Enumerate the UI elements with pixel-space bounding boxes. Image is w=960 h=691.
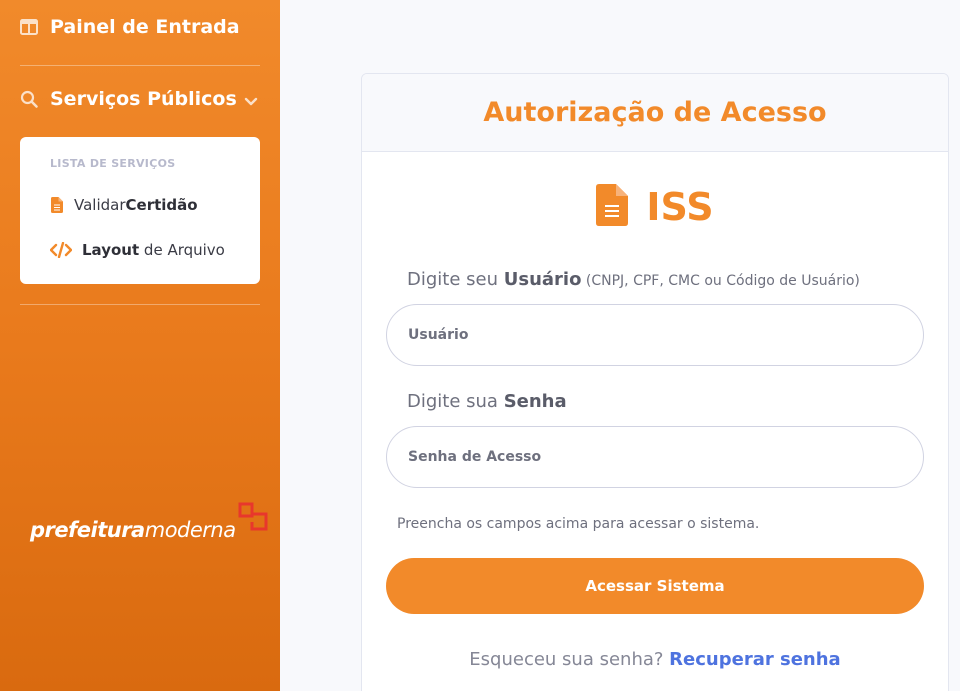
username-input[interactable]: [386, 304, 924, 366]
logo-mark-icon: [238, 502, 268, 536]
prefeitura-moderna-logo: prefeituramoderna: [30, 502, 268, 542]
sidebar-divider: [20, 304, 260, 305]
submit-button[interactable]: Acessar Sistema: [386, 558, 924, 614]
password-input[interactable]: [386, 426, 924, 488]
nav-painel-label: Painel de Entrada: [50, 16, 240, 38]
nav-painel-de-entrada[interactable]: Painel de Entrada: [20, 16, 240, 38]
table-columns-icon: [20, 18, 38, 36]
document-icon: [596, 184, 629, 230]
submenu-header: LISTA DE SERVIÇOS: [50, 157, 176, 170]
recover-password-link[interactable]: Recuperar senha: [669, 649, 841, 670]
user-field-label: Digite seu Usuário (CNPJ, CPF, CMC ou Có…: [407, 269, 860, 290]
code-icon: [50, 242, 72, 258]
system-label: ISS: [646, 185, 714, 229]
page-title: Autorização de Acesso: [483, 97, 827, 128]
form-hint: Preencha os campos acima para acessar o …: [397, 516, 760, 532]
submenu-item-validar-certidao[interactable]: Validar Certidão: [50, 196, 198, 214]
login-card: Autorização de Acesso ISS Digite seu Usu…: [361, 73, 949, 691]
card-header: Autorização de Acesso: [362, 74, 948, 152]
forgot-text: Esqueceu sua senha?: [469, 649, 670, 670]
submenu-item-bold: Certidão: [125, 196, 198, 214]
sidebar: Painel de Entrada Serviços Públicos LIST…: [0, 0, 280, 691]
file-icon: [50, 197, 64, 213]
submenu-item-prefix: Validar: [74, 196, 126, 214]
submenu-item-layout-arquivo[interactable]: Layout de Arquivo: [50, 241, 225, 259]
nav-servicos-publicos[interactable]: Serviços Públicos: [20, 88, 260, 110]
system-badge: ISS: [362, 184, 948, 230]
forgot-password: Esqueceu sua senha? Recuperar senha: [362, 649, 948, 670]
sidebar-divider: [20, 65, 260, 66]
submenu-item-suffix: de Arquivo: [139, 241, 225, 259]
submenu-item-bold: Layout: [82, 241, 140, 259]
chevron-down-icon: [244, 92, 258, 114]
services-submenu: LISTA DE SERVIÇOS Validar Certidão Layou…: [20, 137, 260, 284]
nav-servicos-label: Serviços Públicos: [50, 88, 237, 110]
search-icon: [20, 90, 38, 108]
password-field-label: Digite sua Senha: [407, 391, 567, 412]
logo-text: prefeituramoderna: [30, 518, 236, 542]
